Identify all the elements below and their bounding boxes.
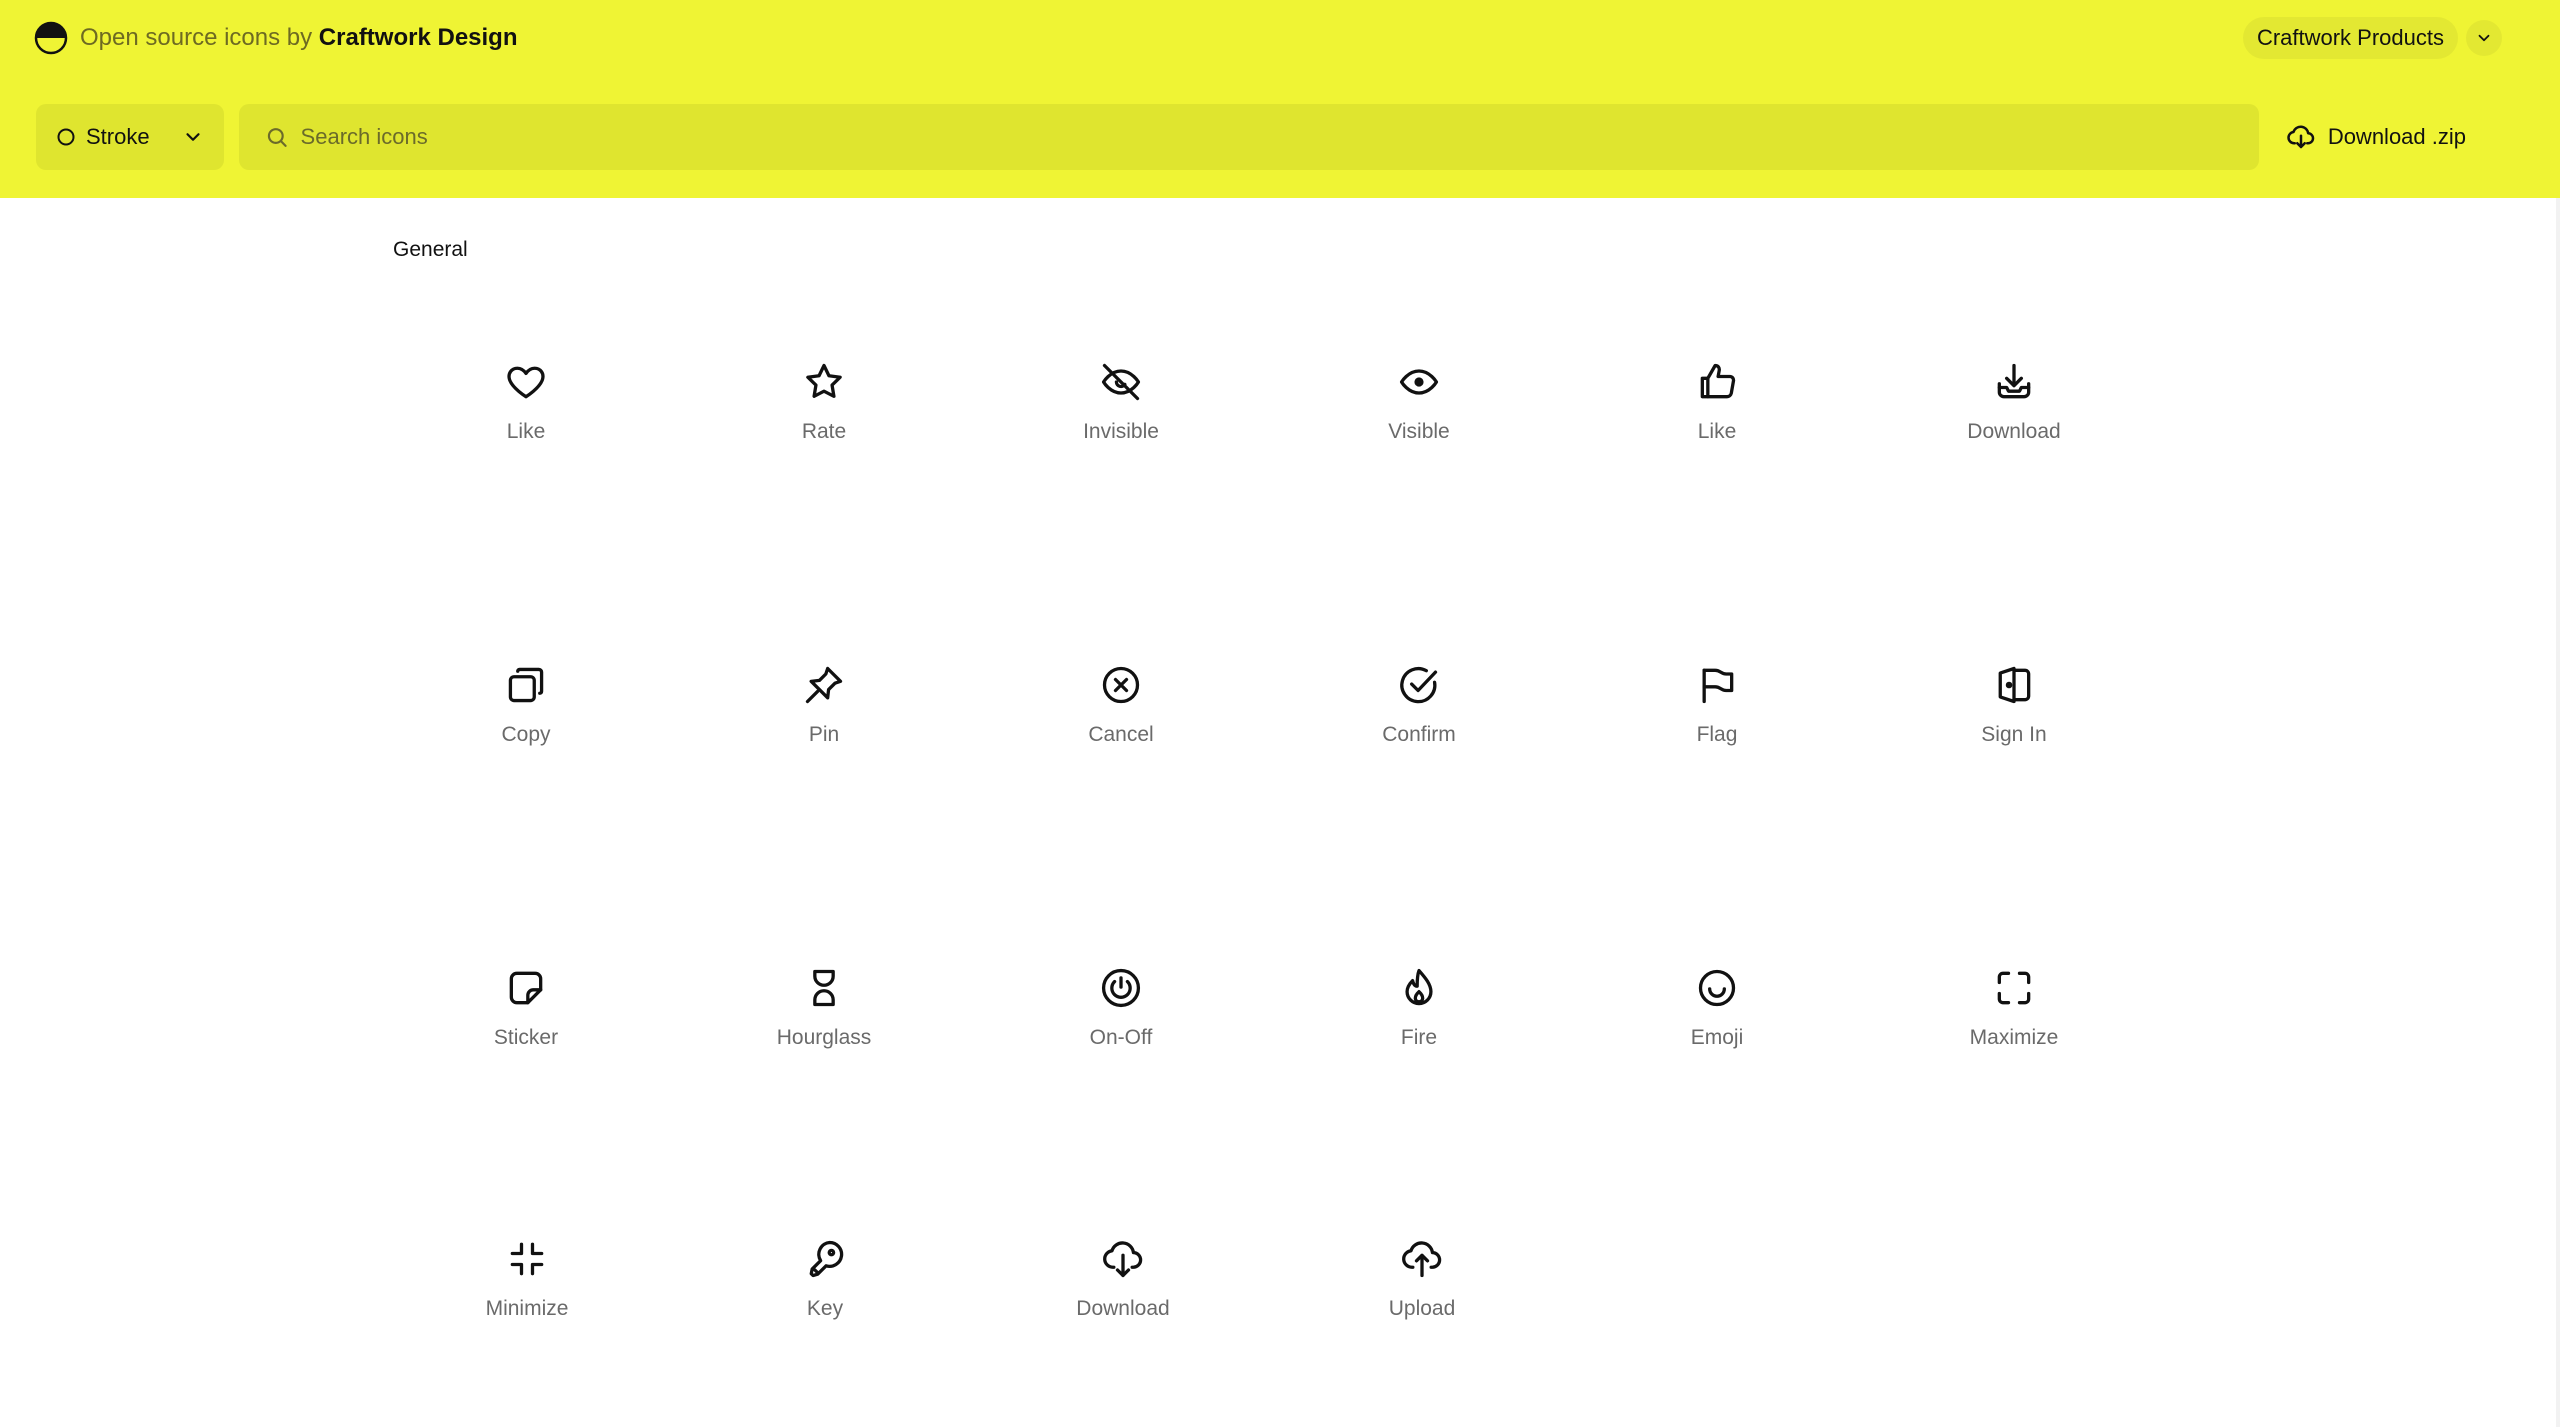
icon-card[interactable]: Copy — [416, 663, 636, 803]
style-select-chevron — [182, 126, 204, 148]
eye-off-icon — [1101, 363, 1141, 401]
icon-label: Download — [1076, 1297, 1170, 1320]
search-input[interactable] — [298, 123, 2233, 151]
icon-label: Download — [1967, 420, 2061, 443]
style-select[interactable]: Stroke — [36, 104, 224, 170]
sticker-icon — [509, 971, 543, 1005]
hourglass-icon — [813, 969, 835, 1007]
key-icon — [809, 1240, 844, 1278]
download-zip-button[interactable]: Download .zip — [2276, 104, 2476, 170]
section-title-general: General — [393, 238, 468, 261]
icon-label: Pin — [808, 723, 840, 746]
icon-card[interactable]: Key — [715, 1237, 935, 1377]
icon-card[interactable]: Minimize — [417, 1237, 637, 1377]
check-circle-icon — [1400, 667, 1438, 704]
icon-card[interactable]: Invisible — [1011, 360, 1231, 500]
pin-icon — [805, 666, 843, 704]
style-select-value: Stroke — [86, 124, 150, 149]
scrollbar-track[interactable] — [2556, 198, 2560, 1427]
icon-card[interactable]: Fire — [1309, 966, 1529, 1106]
cloud-download-icon — [2287, 125, 2315, 149]
icon-label: Visible — [1388, 420, 1450, 443]
icon-label: Like — [506, 420, 546, 443]
chevron-down-icon — [2478, 34, 2490, 42]
half-moon-circle-icon — [34, 21, 68, 55]
icon-card[interactable]: Emoji — [1607, 966, 1827, 1106]
icon-label: Emoji — [1690, 1026, 1744, 1049]
icon-card[interactable]: Sticker — [416, 966, 636, 1106]
circle-outline-icon — [57, 128, 75, 146]
icon-card[interactable]: Download — [1904, 360, 2124, 500]
sign-in-icon — [1998, 666, 2031, 704]
brand-prefix: Open source icons by — [80, 24, 313, 51]
icon-card[interactable]: Hourglass — [714, 966, 934, 1106]
search-box[interactable] — [239, 104, 2259, 170]
products-chevron-button[interactable] — [2466, 20, 2502, 56]
copy-icon — [508, 667, 544, 703]
fire-icon — [1405, 968, 1433, 1006]
icon-label: Sticker — [493, 1026, 559, 1049]
icon-label: Cancel — [1088, 723, 1154, 746]
icon-label: Confirm — [1382, 723, 1456, 746]
products-menu: Craftwork Products — [2242, 17, 2502, 59]
icon-card[interactable]: Rate — [714, 360, 934, 500]
icon-label: Invisible — [1083, 420, 1159, 443]
icon-card[interactable]: Maximize — [1904, 966, 2124, 1106]
heart-icon — [507, 366, 545, 399]
icon-label: Minimize — [485, 1297, 569, 1320]
brand-name-link[interactable]: Craftwork Design — [319, 24, 518, 51]
craftwork-products-button[interactable]: Craftwork Products — [2242, 17, 2458, 59]
star-icon — [806, 363, 842, 398]
top-header: Open source icons by Craftwork Design Cr… — [0, 0, 2560, 198]
cloud-download-icon — [1103, 1241, 1143, 1278]
smile-icon — [1698, 969, 1736, 1007]
icon-card[interactable]: Like — [1607, 360, 1827, 500]
icon-card[interactable]: Sign In — [1904, 663, 2124, 803]
icon-card[interactable]: Download — [1013, 1237, 1233, 1377]
icon-label: Upload — [1388, 1297, 1456, 1320]
minimize-icon — [510, 1242, 544, 1276]
icon-label: Like — [1697, 420, 1737, 443]
chevron-down-icon — [186, 133, 200, 141]
search-icon — [267, 128, 287, 147]
icon-label: Maximize — [1969, 1026, 2059, 1049]
icon-card[interactable]: Confirm — [1309, 663, 1529, 803]
icon-card[interactable]: Upload — [1312, 1237, 1532, 1377]
icon-card[interactable]: Like — [416, 360, 636, 500]
icon-grid: Like Rate Invisible Visible Like Downloa… — [0, 0, 2560, 1427]
download-zip-label: Download .zip — [2327, 124, 2466, 149]
icon-label: Key — [806, 1297, 844, 1320]
icon-label: Hourglass — [776, 1026, 872, 1049]
icon-card[interactable]: Pin — [714, 663, 934, 803]
thumbs-up-icon — [1700, 363, 1736, 399]
cloud-upload-icon — [1402, 1241, 1442, 1278]
icon-label: Flag — [1696, 723, 1738, 746]
icon-card[interactable]: Visible — [1309, 360, 1529, 500]
brand[interactable]: Open source icons by Craftwork Design — [34, 20, 518, 56]
icon-label: Fire — [1400, 1026, 1438, 1049]
flag-icon — [1702, 668, 1734, 704]
eye-icon — [1399, 369, 1439, 395]
icon-card[interactable]: Flag — [1607, 663, 1827, 803]
maximize-icon — [1997, 971, 2031, 1005]
power-icon — [1101, 968, 1141, 1008]
icon-card[interactable]: Cancel — [1011, 663, 1231, 803]
download-tray-icon — [1997, 363, 2031, 399]
x-circle-icon — [1102, 666, 1140, 704]
icon-card[interactable]: On-Off — [1011, 966, 1231, 1106]
toolbar: Stroke Download .zip — [36, 104, 2526, 170]
icon-label: Copy — [501, 723, 551, 746]
icon-label: Rate — [801, 420, 847, 443]
icon-label: Sign In — [1981, 723, 2047, 746]
icon-label: On-Off — [1089, 1026, 1153, 1049]
